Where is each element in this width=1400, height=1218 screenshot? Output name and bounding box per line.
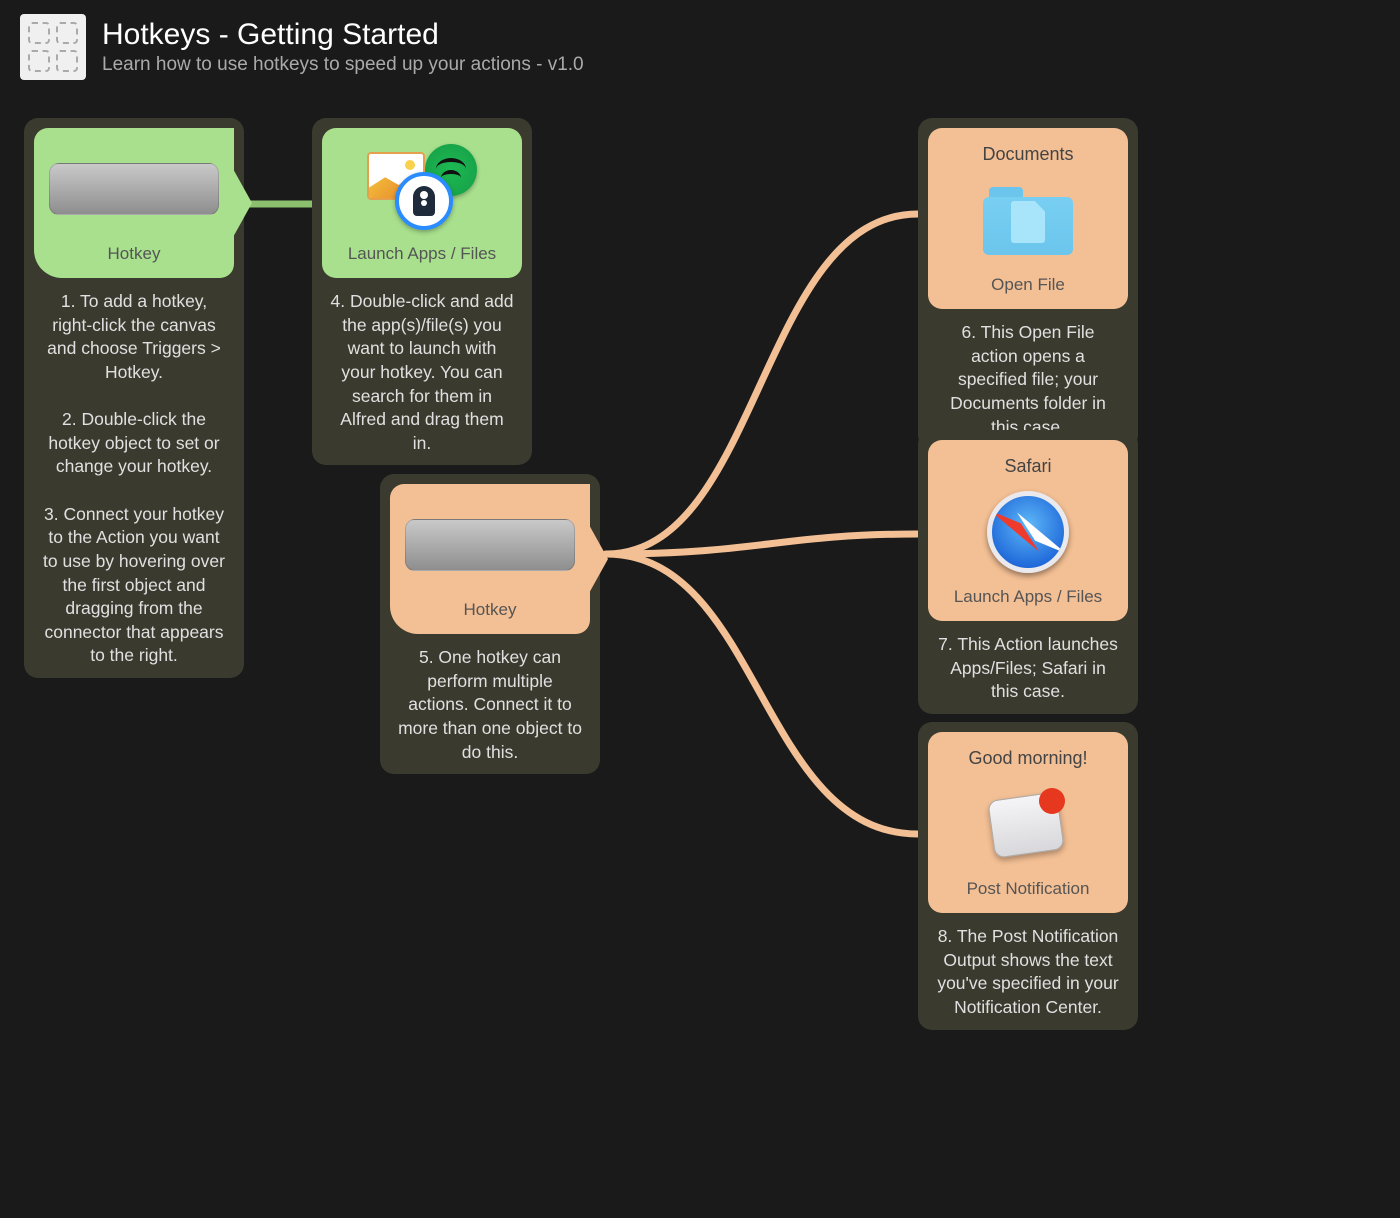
- notification-icon: [987, 788, 1069, 860]
- hotkey-trigger-block[interactable]: Hotkey 1. To add a hotkey, right-click t…: [24, 118, 244, 678]
- post-notification-block[interactable]: Good morning! Post Notification 8. The P…: [918, 722, 1138, 1030]
- hotkey-trigger-block-2[interactable]: Hotkey 5. One hotkey can perform multipl…: [380, 474, 600, 774]
- node-note: 4. Double-click and add the app(s)/file(…: [322, 290, 522, 455]
- launch-apps-block[interactable]: Launch Apps / Files 4. Double-click and …: [312, 118, 532, 465]
- workflow-icon: [20, 14, 86, 80]
- node-title: Safari: [940, 456, 1116, 477]
- node-note: 7. This Action launches Apps/Files; Safa…: [928, 633, 1128, 704]
- apps-icon-cluster: [367, 144, 477, 234]
- workflow-header: Hotkeys - Getting Started Learn how to u…: [0, 0, 1400, 94]
- hotkey-key-slot[interactable]: [49, 163, 219, 215]
- node-label: Open File: [940, 275, 1116, 295]
- launch-safari-block[interactable]: Safari Launch Apps / Files 7. This Actio…: [918, 430, 1138, 714]
- node-label: Launch Apps / Files: [940, 587, 1116, 607]
- node-title: Documents: [940, 144, 1116, 165]
- node-label: Hotkey: [46, 244, 222, 264]
- folder-icon: [983, 185, 1073, 255]
- workflow-canvas[interactable]: Hotkey 1. To add a hotkey, right-click t…: [0, 94, 1400, 1194]
- node-note: 1. To add a hotkey, right-click the canv…: [34, 290, 234, 668]
- workflow-title: Hotkeys - Getting Started: [102, 18, 584, 52]
- node-note: 6. This Open File action opens a specifi…: [928, 321, 1128, 439]
- node-label: Hotkey: [402, 600, 578, 620]
- node-label: Launch Apps / Files: [334, 244, 510, 264]
- open-file-block[interactable]: Documents Open File 6. This Open File ac…: [918, 118, 1138, 449]
- node-note: 5. One hotkey can perform multiple actio…: [390, 646, 590, 764]
- node-label: Post Notification: [940, 879, 1116, 899]
- node-title: Good morning!: [940, 748, 1116, 769]
- onepassword-icon: [395, 172, 453, 230]
- safari-icon: [987, 491, 1069, 573]
- hotkey-key-slot[interactable]: [405, 519, 575, 571]
- workflow-subtitle: Learn how to use hotkeys to speed up you…: [102, 54, 584, 76]
- node-note: 8. The Post Notification Output shows th…: [928, 925, 1128, 1020]
